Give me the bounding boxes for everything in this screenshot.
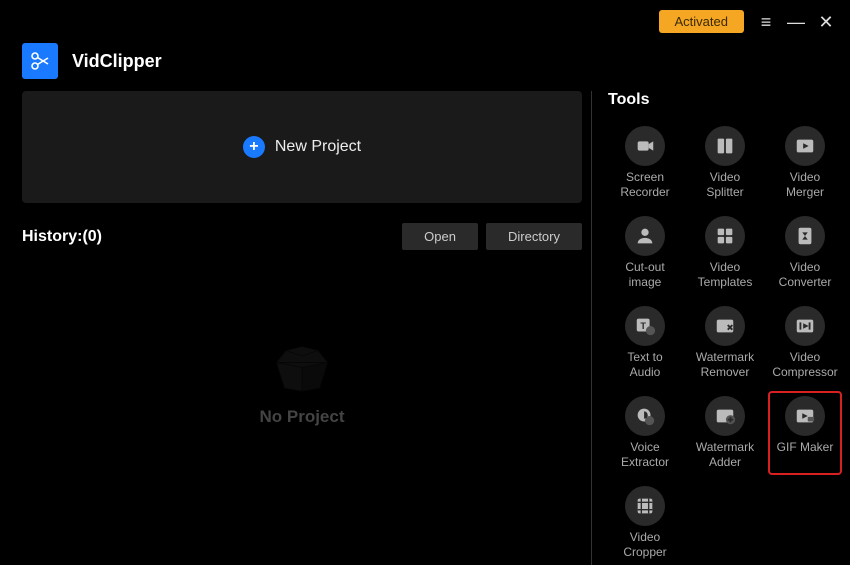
tool-label: Video Merger: [786, 170, 824, 200]
open-button[interactable]: Open: [402, 223, 478, 250]
plus-icon: +: [243, 136, 265, 158]
tools-title: Tools: [608, 91, 842, 109]
compress-icon: [785, 306, 825, 346]
tool-label: Watermark Remover: [696, 350, 754, 380]
left-column: + New Project History:(0) Open Directory…: [22, 91, 583, 565]
minimize-icon[interactable]: —: [788, 14, 804, 30]
splitter-icon: [705, 126, 745, 166]
new-project-label: New Project: [275, 138, 361, 156]
voice-icon: [625, 396, 665, 436]
tool-label: Text to Audio: [627, 350, 662, 380]
tool-label: Video Converter: [779, 260, 832, 290]
history-row: History:(0) Open Directory: [22, 223, 582, 250]
person-icon: [625, 216, 665, 256]
tool-video-converter[interactable]: Video Converter: [768, 211, 842, 295]
tool-video-merger[interactable]: Video Merger: [768, 121, 842, 205]
tool-label: Cut-out image: [625, 260, 664, 290]
no-project-placeholder: No Project: [22, 330, 582, 427]
tool-watermark-adder[interactable]: Watermark Adder: [688, 391, 762, 475]
directory-button[interactable]: Directory: [486, 223, 582, 250]
menu-icon[interactable]: ≡: [758, 14, 774, 30]
empty-box-icon: [262, 330, 342, 395]
converter-icon: [785, 216, 825, 256]
camera-icon: [625, 126, 665, 166]
title-bar: Activated ≡ — ✕: [0, 0, 850, 33]
tool-voice-extractor[interactable]: Voice Extractor: [608, 391, 682, 475]
app-header: VidClipper: [0, 33, 850, 91]
tool-label: Watermark Adder: [696, 440, 754, 470]
tool-text-to-audio[interactable]: Text to Audio: [608, 301, 682, 385]
tool-watermark-remover[interactable]: Watermark Remover: [688, 301, 762, 385]
gif-icon: [785, 396, 825, 436]
app-title: VidClipper: [72, 51, 162, 72]
tool-video-cropper[interactable]: Video Cropper: [608, 481, 682, 565]
wm-remove-icon: [705, 306, 745, 346]
tool-cut-out-image[interactable]: Cut-out image: [608, 211, 682, 295]
no-project-label: No Project: [259, 407, 344, 427]
tool-label: GIF Maker: [777, 440, 834, 470]
app-logo-icon: [22, 43, 58, 79]
tool-label: Screen Recorder: [620, 170, 669, 200]
history-label: History:(0): [22, 228, 102, 246]
tool-screen-recorder[interactable]: Screen Recorder: [608, 121, 682, 205]
tool-label: Video Cropper: [623, 530, 666, 560]
tools-grid: Screen Recorder Video Splitter Video Merge…: [608, 121, 842, 565]
new-project-button[interactable]: + New Project: [22, 91, 582, 203]
close-icon[interactable]: ✕: [818, 14, 834, 30]
templates-icon: [705, 216, 745, 256]
tool-gif-maker[interactable]: GIF Maker: [768, 391, 842, 475]
cropper-icon: [625, 486, 665, 526]
tool-video-templates[interactable]: Video Templates: [688, 211, 762, 295]
tool-video-splitter[interactable]: Video Splitter: [688, 121, 762, 205]
play-icon: [785, 126, 825, 166]
text-audio-icon: [625, 306, 665, 346]
activated-button[interactable]: Activated: [659, 10, 744, 33]
tool-video-compressor[interactable]: Video Compressor: [768, 301, 842, 385]
tool-label: Video Compressor: [772, 350, 837, 380]
divider: [591, 91, 592, 565]
tool-label: Voice Extractor: [621, 440, 669, 470]
wm-add-icon: [705, 396, 745, 436]
tool-label: Video Splitter: [706, 170, 743, 200]
tool-label: Video Templates: [698, 260, 753, 290]
tools-panel: Tools Screen Recorder Video Splitter Video…: [608, 91, 850, 565]
window-controls: ≡ — ✕: [758, 14, 834, 30]
